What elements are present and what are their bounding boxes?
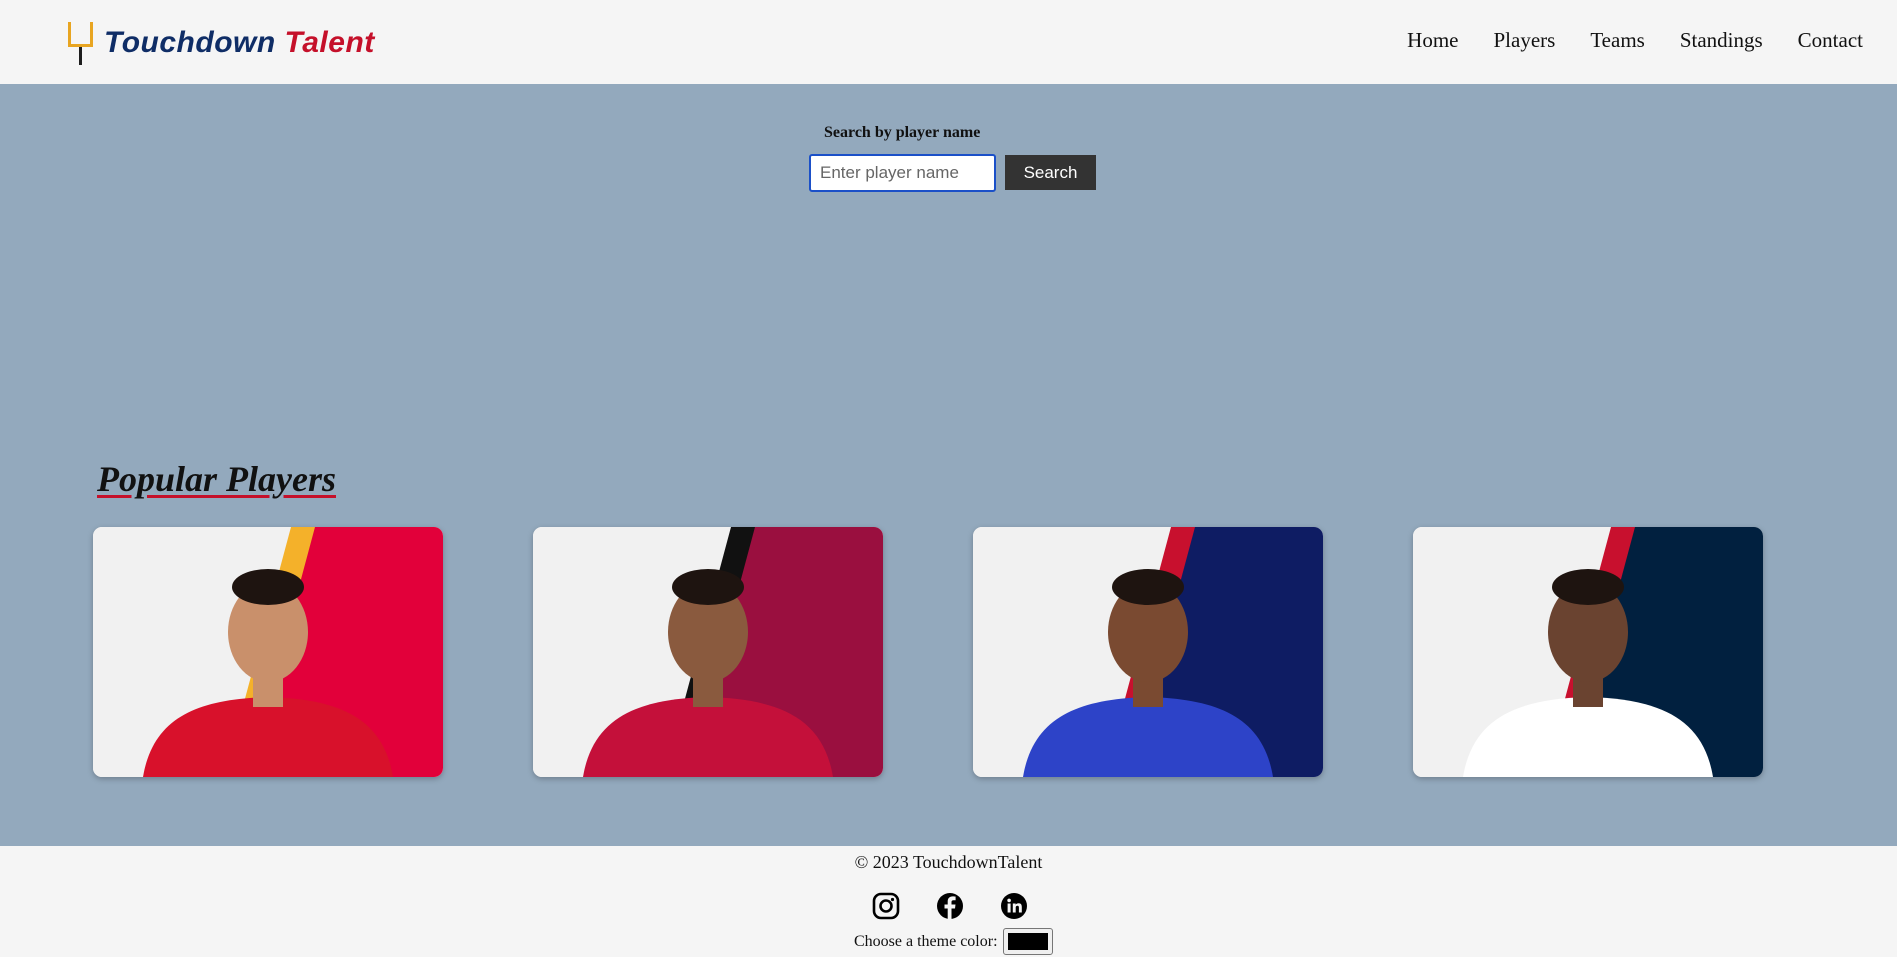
social-links bbox=[872, 892, 1028, 920]
player-photo bbox=[973, 527, 1323, 777]
player-photo bbox=[93, 527, 443, 777]
nav-home[interactable]: Home bbox=[1407, 28, 1458, 53]
site-header: Touchdown Talent Home Players Teams Stan… bbox=[0, 0, 1897, 84]
instagram-icon[interactable] bbox=[872, 892, 900, 920]
theme-color-swatch bbox=[1007, 933, 1048, 950]
player-photo bbox=[1413, 527, 1763, 777]
player-hair bbox=[672, 569, 744, 605]
site-footer: © 2023 TouchdownTalent Choose a theme co… bbox=[0, 846, 1897, 957]
player-hair bbox=[1552, 569, 1624, 605]
player-hair bbox=[232, 569, 304, 605]
brand-part-2: Talent bbox=[284, 26, 375, 59]
search-label: Search by player name bbox=[824, 124, 981, 141]
theme-picker: Choose a theme color: bbox=[854, 928, 1053, 955]
search-button[interactable]: Search bbox=[1005, 155, 1096, 190]
player-cards bbox=[93, 527, 1763, 777]
player-card-3[interactable] bbox=[973, 527, 1323, 777]
nav-standings[interactable]: Standings bbox=[1680, 28, 1763, 53]
linkedin-icon[interactable] bbox=[1000, 892, 1028, 920]
theme-color-input[interactable] bbox=[1002, 928, 1053, 955]
nav-contact[interactable]: Contact bbox=[1798, 28, 1863, 53]
player-photo bbox=[533, 527, 883, 777]
nav-teams[interactable]: Teams bbox=[1590, 28, 1645, 53]
nav-players[interactable]: Players bbox=[1493, 28, 1555, 53]
main-nav: Home Players Teams Standings Contact bbox=[1407, 28, 1863, 53]
player-card-4[interactable] bbox=[1413, 527, 1763, 777]
theme-label: Choose a theme color: bbox=[854, 932, 998, 950]
brand-name: Touchdown Talent bbox=[104, 26, 375, 60]
main-content: Search by player name Search Popular Pla… bbox=[0, 84, 1897, 846]
copyright: © 2023 TouchdownTalent bbox=[854, 852, 1043, 872]
brand-part-1: Touchdown bbox=[104, 26, 276, 59]
logo[interactable]: Touchdown Talent bbox=[66, 20, 375, 66]
popular-players-title: Popular Players bbox=[97, 459, 336, 499]
goalpost-icon bbox=[66, 20, 96, 66]
player-card-2[interactable] bbox=[533, 527, 883, 777]
player-card-1[interactable] bbox=[93, 527, 443, 777]
search-input[interactable] bbox=[809, 154, 996, 192]
facebook-icon[interactable] bbox=[936, 892, 964, 920]
player-hair bbox=[1112, 569, 1184, 605]
